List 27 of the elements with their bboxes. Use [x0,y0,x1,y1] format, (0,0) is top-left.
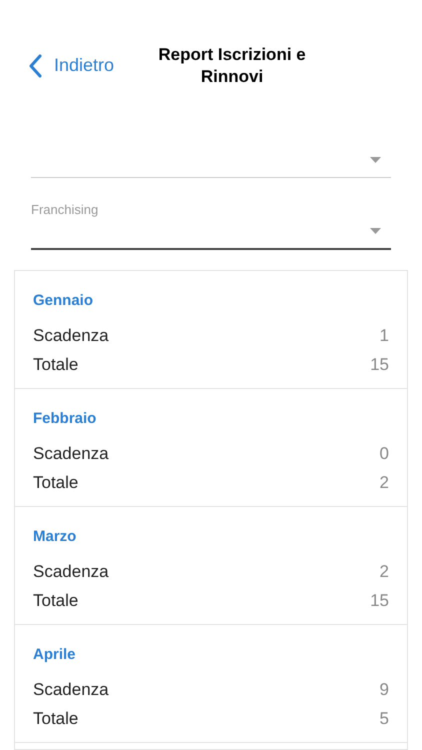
row-value: 15 [370,590,389,612]
dropdown-caret-icon [370,228,381,234]
dropdown-label: Franchising [31,201,98,219]
row-value: 0 [380,443,389,465]
row-label: Totale [33,472,78,494]
row-label: Totale [33,708,78,730]
dropdown-caret-icon [370,157,381,163]
back-button[interactable]: Indietro [28,52,114,79]
dropdown-field[interactable]: Franchising [31,192,391,250]
row-label: Scadenza [33,443,109,465]
month-title: Marzo [33,527,78,547]
row-value: 2 [380,561,389,583]
row-label: Scadenza [33,561,109,583]
row-value: 15 [370,354,389,376]
row-value: 5 [380,708,389,730]
page-title: Report Iscrizioni e Rinnovi [157,44,307,88]
month-title: Aprile [33,645,77,665]
row-label: Totale [33,354,78,376]
row-label: Scadenza [33,679,109,701]
month-title: Febbraio [33,409,98,429]
row-label: Scadenza [33,325,109,347]
row-value: 9 [380,679,389,701]
back-chevron-icon [28,54,42,78]
row-value: 2 [380,472,389,494]
row-value: 1 [380,325,389,347]
month-title: Gennaio [33,291,94,311]
row-label: Totale [33,590,78,612]
